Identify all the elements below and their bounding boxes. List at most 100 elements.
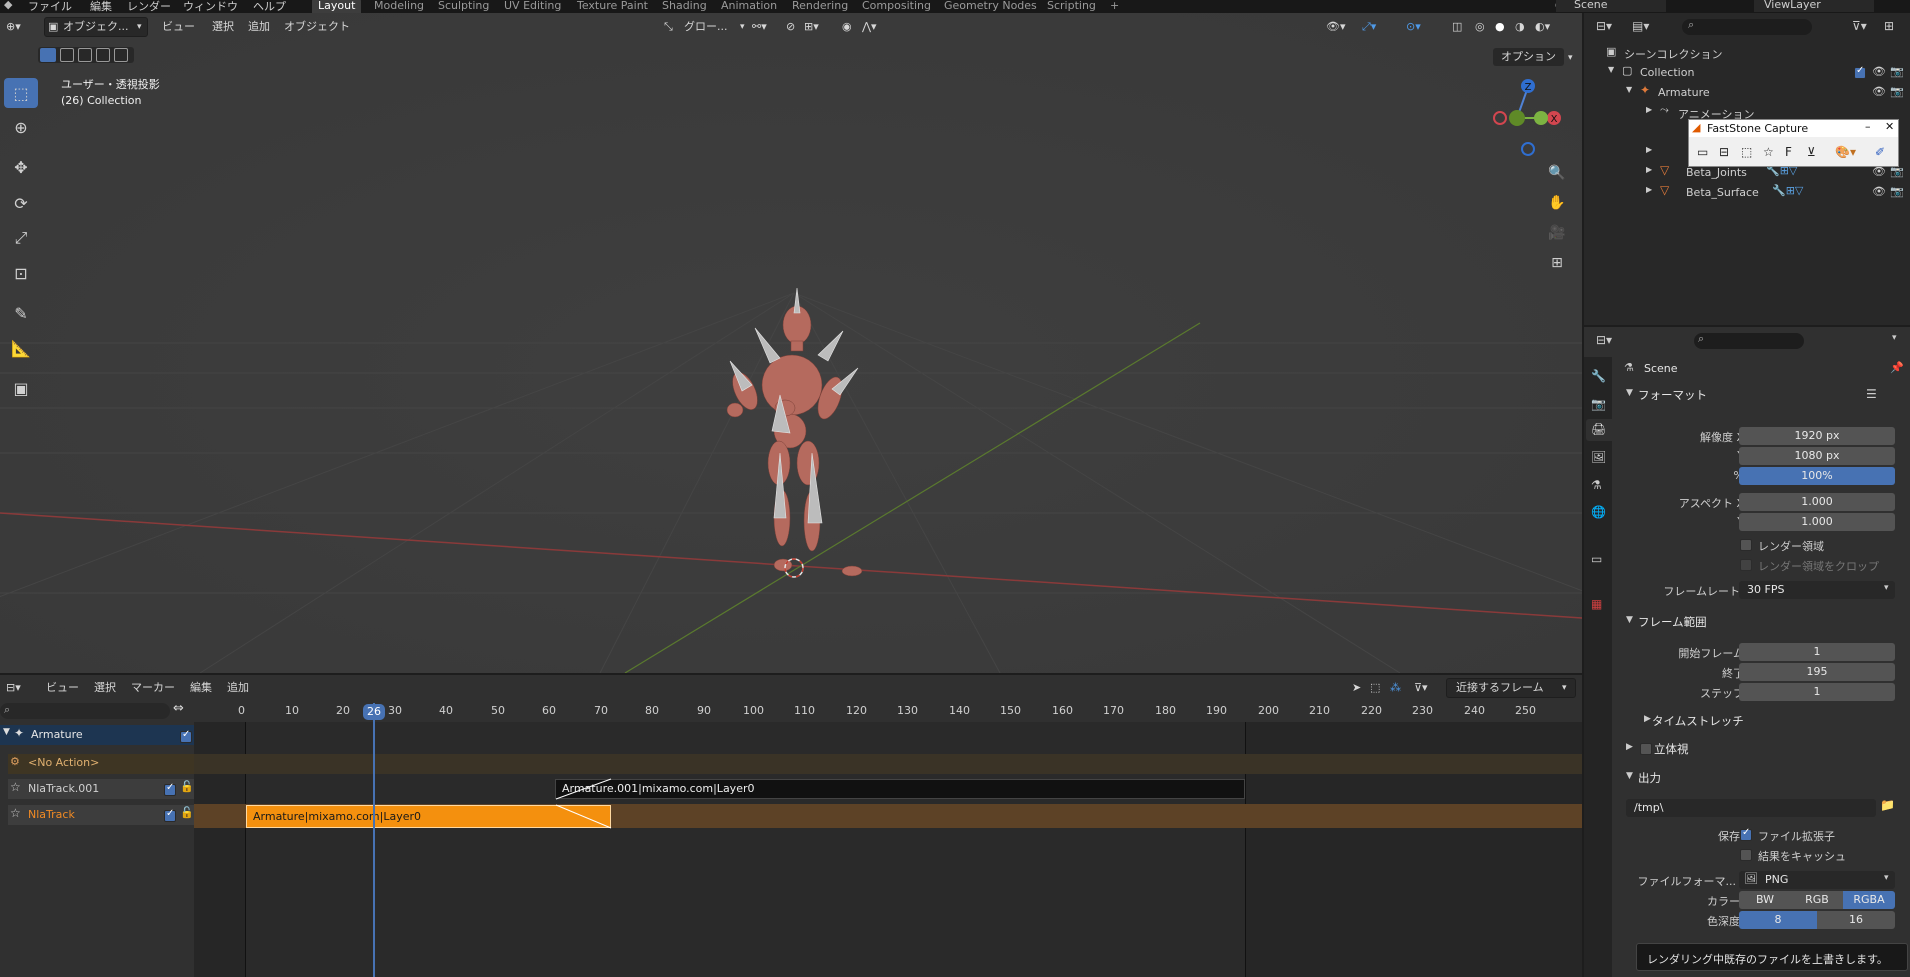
outliner[interactable]: ⊟▾ ▤▾ ⌕ ⊽▾ ⊞ ▣ シーンコレクション ▼ ▢ Collection … (1584, 13, 1910, 325)
world-tab-icon[interactable]: 🌐 (1591, 505, 1606, 519)
filter-icon[interactable]: ⊽▾ (1852, 19, 1867, 33)
render-region-checkbox[interactable] (1740, 539, 1752, 551)
select-intersect-icon[interactable] (114, 48, 128, 62)
properties-editor[interactable]: ⊟▾ ⌕ ▾ 🔧 📷 🖨 🖼 ⚗ 🌐 ▭ ▦ ⚗ Scene 📌 フォーマット … (1584, 327, 1910, 977)
aspect-y-field[interactable]: 1.000 (1739, 513, 1895, 531)
framerate-dropdown[interactable]: 30 FPS (1739, 581, 1895, 599)
snap-icon[interactable]: ⊘ (786, 17, 795, 37)
nla-menu-edit[interactable]: 編集 (190, 678, 212, 698)
scene-selector[interactable]: Scene (1556, 0, 1666, 12)
tab-layout[interactable]: Layout (312, 0, 362, 13)
faststone-capture-window[interactable]: ◢ FastStone Capture – ✕ ▭ ⊟ ⬚ ☆ F ⊻ 🎨▾ ✐ (1688, 119, 1899, 167)
eye-icon[interactable]: 👁 (1872, 85, 1886, 98)
expand-arrow-icon[interactable]: ▼ (1608, 65, 1614, 74)
camera-icon[interactable]: 📷 (1890, 85, 1904, 98)
transform-orientation-dropdown[interactable]: グロー... (684, 17, 728, 37)
outliner-beta-surface[interactable]: Beta_Surface (1686, 186, 1759, 199)
menu-help[interactable]: ヘルプ (253, 0, 286, 13)
camera-icon[interactable]: 📷 (1890, 65, 1904, 78)
minimize-icon[interactable]: – (1865, 120, 1871, 133)
color-rgb-button[interactable]: RGB (1791, 891, 1843, 909)
lock-icon[interactable]: 🔓 (180, 806, 194, 819)
add-cube-tool[interactable]: ▣ (4, 373, 38, 403)
tab-rendering[interactable]: Rendering (786, 0, 854, 13)
render-tab-icon[interactable]: 📷 (1591, 397, 1606, 411)
proportional-edit-icon[interactable]: ◉ (842, 17, 852, 37)
collection-tab-icon[interactable]: ▭ (1591, 552, 1602, 566)
nla-menu-add[interactable]: 追加 (227, 678, 249, 698)
settings-icon[interactable]: ✐ (1875, 145, 1885, 159)
falloff-icon[interactable]: ⋀▾ (862, 17, 877, 37)
solid-shading-icon[interactable]: ● (1495, 17, 1505, 37)
material-shading-icon[interactable]: ◑ (1515, 17, 1525, 37)
chevron-down-icon[interactable]: ▾ (1892, 333, 1897, 343)
tab-scripting[interactable]: Scripting (1041, 0, 1102, 13)
aspect-x-field[interactable]: 1.000 (1739, 493, 1895, 511)
capture-window-icon[interactable]: ▭ (1697, 145, 1708, 159)
tab-modeling[interactable]: Modeling (368, 0, 430, 13)
camera-icon[interactable]: 📷 (1890, 185, 1904, 198)
options-dropdown[interactable]: オプション (1493, 48, 1564, 66)
format-panel-header[interactable]: フォーマット (1620, 384, 1904, 406)
nla-menu-view[interactable]: ビュー (46, 678, 79, 698)
nla-menu-select[interactable]: 選択 (94, 678, 116, 698)
measure-tool[interactable]: 📐 (4, 333, 38, 363)
eye-icon[interactable]: 👁 (1872, 185, 1886, 198)
select-invert-icon[interactable] (96, 48, 110, 62)
lock-icon[interactable]: 🔓 (180, 780, 194, 793)
frame-ruler[interactable]: 0 10 20 30 40 50 60 70 80 90 100 110 120… (194, 703, 1582, 721)
output-settings-icon[interactable]: 🎨▾ (1835, 145, 1856, 159)
select-box-tool[interactable]: ⬚ (4, 78, 38, 108)
close-icon[interactable]: ✕ (1885, 120, 1894, 133)
display-mode-icon[interactable]: ▤▾ (1632, 19, 1649, 33)
expand-arrow-icon[interactable]: ▼ (1626, 85, 1632, 94)
tab-animation[interactable]: Animation (715, 0, 783, 13)
time-stretch-panel-header[interactable]: タイムストレッチ (1634, 710, 1910, 732)
show-hidden-icon[interactable]: ⁂ (1390, 678, 1401, 698)
xray-icon[interactable]: ◫ (1452, 17, 1462, 37)
menu-edit[interactable]: 編集 (90, 0, 112, 13)
cursor-tool[interactable]: ⊕ (4, 112, 38, 142)
file-extension-checkbox[interactable] (1740, 827, 1752, 841)
rotate-tool[interactable]: ⟳ (4, 188, 38, 218)
texture-tab-icon[interactable]: ▦ (1591, 597, 1602, 611)
expand-arrow-icon[interactable]: ▶ (1646, 145, 1652, 154)
add-workspace-button[interactable]: + (1104, 0, 1125, 13)
armature-toggle-checkbox[interactable] (180, 729, 192, 743)
expand-arrow-icon[interactable]: ▶ (1646, 165, 1652, 174)
eye-icon[interactable]: 👁 (1872, 65, 1886, 78)
capture-scroll-icon[interactable]: ⊻ (1807, 145, 1816, 159)
preset-list-icon[interactable]: ☰ (1866, 387, 1877, 401)
pin-icon[interactable]: 📌 (1890, 361, 1904, 374)
only-selected-icon[interactable]: ➤ (1352, 678, 1361, 698)
nla-menu-marker[interactable]: マーカー (131, 678, 175, 698)
tab-uv-editing[interactable]: UV Editing (498, 0, 567, 13)
scale-tool[interactable]: ⤢ (4, 223, 38, 253)
visibility-icon[interactable]: 👁▾ (1326, 17, 1346, 37)
select-new-icon[interactable] (40, 48, 56, 62)
rendered-shading-icon[interactable]: ◐▾ (1535, 17, 1550, 37)
show-missing-icon[interactable]: ⬚ (1370, 678, 1380, 698)
blender-logo-icon[interactable]: ◆ (4, 0, 12, 11)
expand-arrow-icon[interactable]: ▼ (3, 727, 10, 737)
nla-editor[interactable]: ⊟▾ ビュー 選択 マーカー 編集 追加 ➤ ⬚ ⁂ ⊽▾ 近接するフレーム ▾… (0, 675, 1582, 977)
color-rgba-button[interactable]: RGBA (1843, 891, 1895, 909)
track0-mute-checkbox[interactable] (164, 808, 176, 822)
transform-tool[interactable]: ⊡ (4, 258, 38, 288)
snap-target-icon[interactable]: ⊞▾ (804, 17, 819, 37)
select-subtract-icon[interactable] (78, 48, 92, 62)
folder-icon[interactable]: 📁 (1880, 798, 1895, 812)
output-path-input[interactable]: /tmp\ (1626, 799, 1876, 817)
navigation-gizmo[interactable]: Z X (1486, 74, 1566, 156)
menu-window[interactable]: ウィンドウ (183, 0, 238, 13)
frame-start-field[interactable]: 1 (1739, 643, 1895, 661)
strip-armature-001[interactable]: Armature.001|mixamo.com|Layer0 (555, 779, 1245, 799)
overlay-toggle-icon[interactable]: ⊙▾ (1406, 17, 1421, 37)
collection-include-checkbox[interactable] (1854, 65, 1866, 79)
editor-type-icon[interactable]: ⊕▾ (6, 17, 21, 37)
tab-shading[interactable]: Shading (656, 0, 713, 13)
solo-star-icon[interactable]: ☆ (10, 780, 21, 794)
frame-end-field[interactable]: 195 (1739, 663, 1895, 681)
expand-arrow-icon[interactable]: ▶ (1646, 185, 1652, 194)
menu-view[interactable]: ビュー (162, 17, 195, 37)
